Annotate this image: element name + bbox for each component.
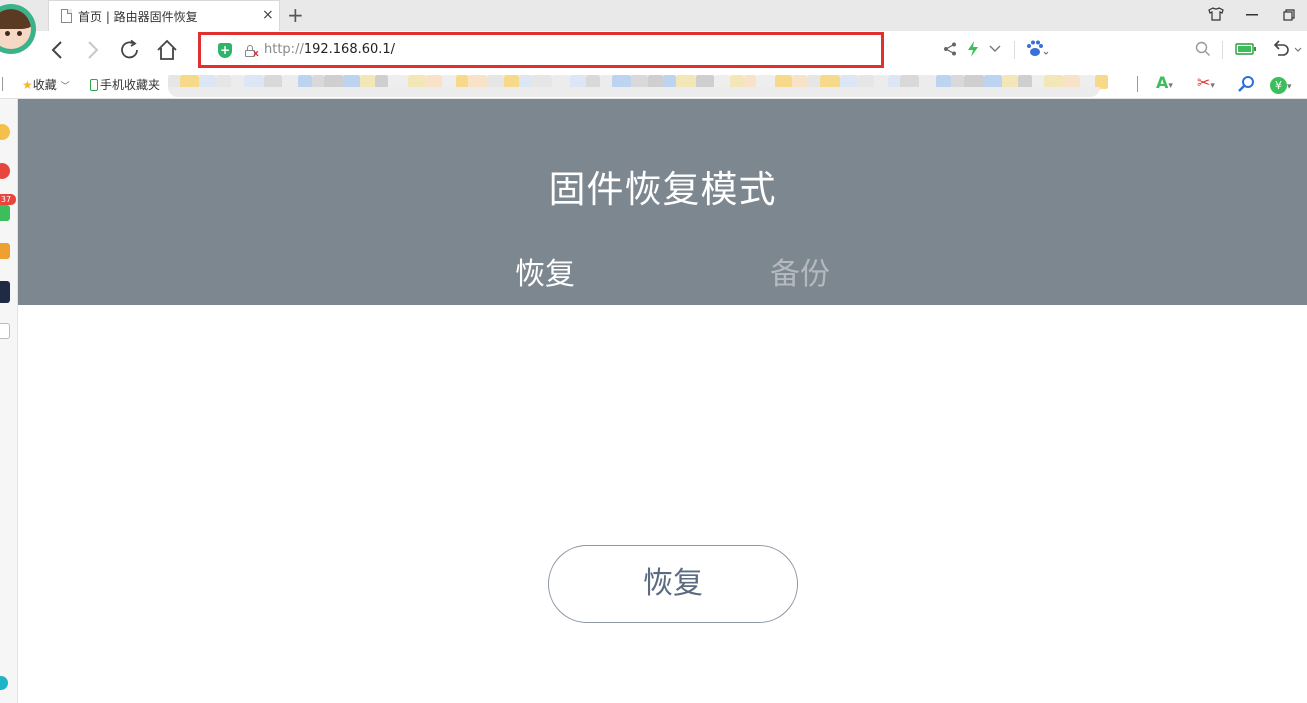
undo-icon[interactable]	[1272, 40, 1304, 58]
chevron-down-icon[interactable]	[989, 45, 1001, 53]
phone-icon	[90, 79, 98, 91]
lightning-icon[interactable]	[967, 41, 979, 57]
app-sidebar-icon[interactable]	[0, 205, 10, 221]
url-text[interactable]: http://192.168.60.1/	[264, 42, 395, 57]
yuan-icon[interactable]: ¥ ▾	[1270, 74, 1292, 97]
shield-icon[interactable]: +	[218, 43, 232, 58]
magnifier-icon[interactable]	[1237, 75, 1255, 93]
lock-icon[interactable]: x	[244, 44, 259, 59]
browser-sidebar: 37	[0, 99, 18, 703]
toolbar-divider	[1222, 41, 1223, 59]
star-icon: ★	[22, 78, 33, 92]
browser-tab[interactable]: 首页 | 路由器固件恢复 ×	[48, 0, 280, 31]
navigation-bar: + x http://192.168.60.1/	[0, 31, 1307, 69]
page-icon	[61, 9, 72, 23]
tab-title: 首页 | 路由器固件恢复	[78, 10, 198, 24]
notes-sidebar-icon[interactable]	[0, 243, 10, 259]
forward-icon[interactable]	[86, 40, 100, 60]
news-sidebar-icon[interactable]	[0, 281, 10, 303]
tab-backup[interactable]: 备份	[770, 255, 830, 295]
translate-icon[interactable]: A▾	[1156, 73, 1173, 96]
weibo-sidebar-icon[interactable]	[0, 163, 10, 179]
reload-icon[interactable]	[119, 39, 141, 61]
home-icon[interactable]	[156, 39, 178, 61]
plus-icon[interactable]: +	[287, 2, 304, 28]
page-header: 固件恢复模式 恢复 备份	[18, 99, 1307, 305]
paw-icon[interactable]	[1025, 40, 1049, 58]
search-icon[interactable]	[1195, 41, 1211, 57]
page-title: 固件恢复模式	[548, 168, 777, 211]
shirt-icon[interactable]	[1208, 7, 1224, 21]
minimize-icon[interactable]	[1246, 14, 1258, 16]
battery-icon[interactable]	[1235, 43, 1257, 55]
user-avatar[interactable]	[0, 4, 36, 58]
address-bar[interactable]: + x http://192.168.60.1/	[198, 32, 884, 68]
bookmark-mobile[interactable]: 手机收藏夹	[90, 76, 160, 93]
obscured-bookmarks	[168, 73, 1108, 97]
share-icon[interactable]	[943, 42, 957, 56]
close-icon[interactable]: ×	[262, 7, 274, 23]
toolbar-divider	[1014, 41, 1015, 59]
assistant-sidebar-icon[interactable]	[0, 676, 8, 690]
toolbar-divider	[2, 77, 3, 91]
toolbar-divider	[1137, 76, 1138, 92]
scissors-icon[interactable]: ✂▾	[1197, 73, 1215, 96]
restore-window-icon[interactable]	[1283, 9, 1295, 21]
back-icon[interactable]	[50, 40, 64, 60]
notification-badge: 37	[0, 194, 16, 205]
document-sidebar-icon[interactable]	[0, 323, 10, 339]
tab-strip: 首页 | 路由器固件恢复 × +	[0, 0, 1307, 31]
tab-restore[interactable]: 恢复	[515, 255, 575, 295]
bookmark-favorites[interactable]: ★收藏 ﹀	[22, 76, 70, 93]
favorites-sidebar-icon[interactable]	[0, 124, 10, 140]
chevron-down-icon: ﹀	[60, 82, 70, 92]
restore-button[interactable]: 恢复	[548, 545, 798, 623]
bookmarks-bar: ★收藏 ﹀ 手机收藏夹 A▾ ✂▾ ¥ ▾	[0, 69, 1307, 99]
